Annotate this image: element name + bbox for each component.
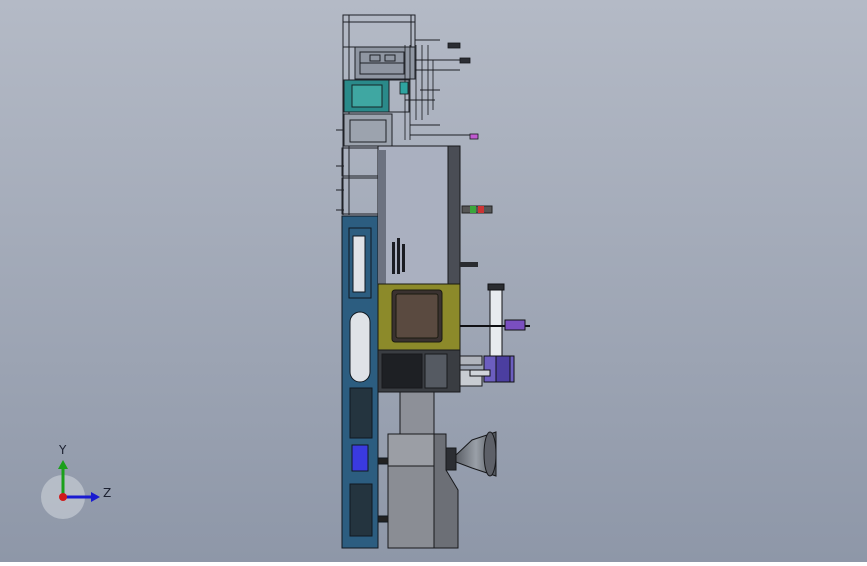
- model-view: [0, 0, 867, 562]
- z-axis-label: Z: [103, 486, 112, 500]
- mold-area: [377, 283, 461, 351]
- x-axis-dot: [59, 493, 67, 501]
- y-axis-label: Y: [59, 443, 67, 457]
- cad-graphics-viewport[interactable]: Y Z: [0, 0, 867, 562]
